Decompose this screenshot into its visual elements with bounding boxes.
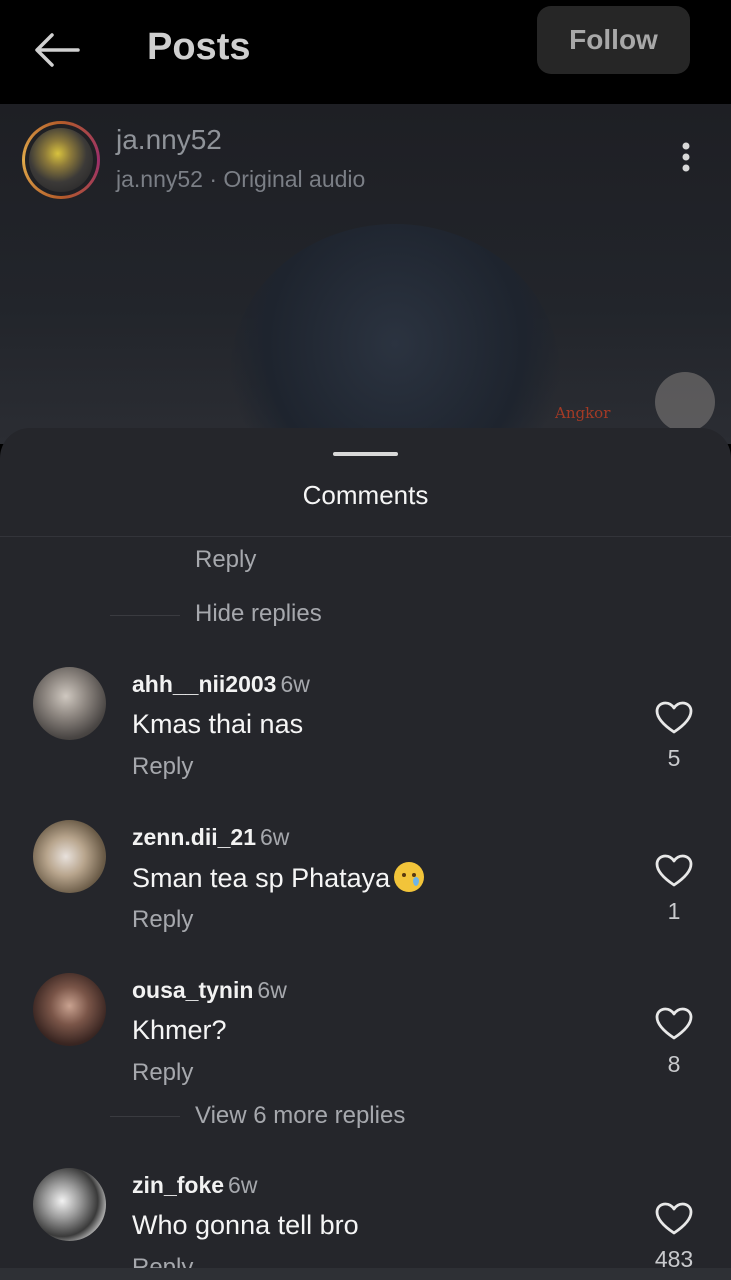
heart-icon[interactable] — [655, 701, 693, 735]
reply-button[interactable]: Reply — [132, 753, 193, 781]
avatar[interactable] — [33, 973, 106, 1046]
author-avatar[interactable] — [22, 121, 100, 199]
media-subject — [230, 224, 560, 444]
sheet-title: Comments — [302, 480, 429, 510]
author-audio-subtitle[interactable]: ja.nny52 · Original audio — [116, 166, 365, 193]
author-username[interactable]: ja.nny52 — [116, 124, 222, 156]
follow-button[interactable]: Follow — [537, 6, 690, 74]
avatar[interactable] — [33, 1168, 106, 1241]
media-background-object — [655, 372, 715, 432]
comment-text: Sman tea sp Phataya — [132, 862, 425, 894]
avatar[interactable] — [33, 667, 106, 740]
like-count: 5 — [667, 745, 681, 771]
page-title: Posts — [147, 26, 251, 68]
more-options-icon[interactable] — [676, 140, 696, 180]
comment-text: Khmer? — [132, 1015, 227, 1045]
sheet-drag-handle[interactable] — [333, 452, 398, 456]
back-arrow-icon[interactable] — [32, 30, 82, 70]
heart-icon[interactable] — [655, 1202, 693, 1236]
comment-username[interactable]: ahh__nii2003 6w — [132, 671, 310, 698]
heart-icon[interactable] — [655, 854, 693, 888]
comment-item: ahh__nii2003 6w Kmas thai nas Reply 5 — [0, 667, 731, 807]
comment-time: 6w — [257, 977, 287, 1003]
comment-time: 6w — [228, 1172, 258, 1198]
reply-button[interactable]: Reply — [195, 546, 256, 574]
view-more-replies-button[interactable]: View 6 more replies — [195, 1102, 405, 1130]
post-media[interactable]: Angkor — [0, 104, 731, 444]
avatar[interactable] — [33, 820, 106, 893]
like-count: 1 — [667, 898, 681, 924]
comment-text: Kmas thai nas — [132, 709, 304, 739]
comment-time: 6w — [259, 824, 290, 850]
comment-username[interactable]: ousa_tynin 6w — [132, 977, 287, 1004]
screen: Posts Follow Angkor ja.nny52 ja.nny52 · … — [0, 0, 731, 1280]
reply-button[interactable]: Reply — [132, 1059, 193, 1087]
comment-username[interactable]: zenn.dii_21 6w — [132, 824, 289, 851]
divider — [0, 536, 731, 537]
comment-item: ousa_tynin 6w Khmer? Reply 8 — [0, 973, 731, 1113]
heart-icon[interactable] — [655, 1007, 693, 1041]
hide-replies-button[interactable]: Hide replies — [195, 600, 322, 628]
divider — [110, 1116, 180, 1117]
reply-button[interactable]: Reply — [132, 906, 193, 934]
comment-username[interactable]: zin_foke 6w — [132, 1172, 257, 1199]
comments-sheet: Comments Reply Hide replies ahh__nii2003… — [0, 428, 731, 1280]
like-count: 8 — [667, 1051, 681, 1077]
bottom-edge — [0, 1268, 731, 1280]
comment-text: Who gonna tell bro — [132, 1210, 359, 1240]
comment-item: zin_foke 6w Who gonna tell bro Reply 483 — [0, 1168, 731, 1280]
comment-time: 6w — [280, 671, 310, 697]
crying-face-emoji — [394, 862, 425, 892]
divider — [110, 615, 180, 616]
top-bar: Posts Follow — [0, 0, 731, 104]
media-sign-text: Angkor — [555, 404, 611, 422]
comment-item: zenn.dii_21 6w Sman tea sp Phataya Reply … — [0, 820, 731, 960]
